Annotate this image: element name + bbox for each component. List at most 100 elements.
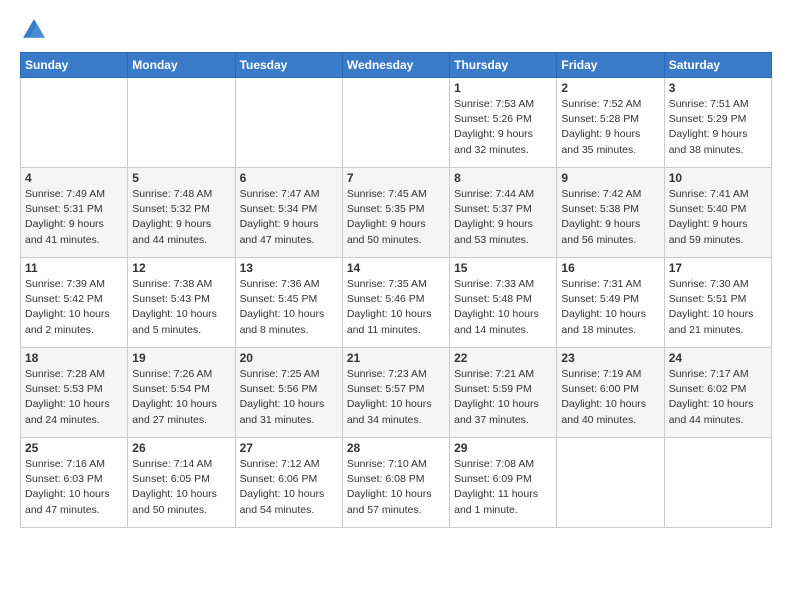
calendar-cell: 4 Sunrise: 7:49 AM Sunset: 5:31 PM Daylig…: [21, 168, 128, 258]
day-number: 14: [347, 261, 445, 275]
calendar-cell: 25 Sunrise: 7:16 AM Sunset: 6:03 PM Dayli…: [21, 438, 128, 528]
day-info: Sunrise: 7:25 AM Sunset: 5:56 PM Dayligh…: [240, 367, 338, 428]
day-info: Sunrise: 7:42 AM Sunset: 5:38 PM Dayligh…: [561, 187, 659, 248]
page-header: [20, 16, 772, 44]
day-info: Sunrise: 7:28 AM Sunset: 5:53 PM Dayligh…: [25, 367, 123, 428]
day-number: 7: [347, 171, 445, 185]
weekday-header: Sunday: [21, 53, 128, 78]
day-info: Sunrise: 7:19 AM Sunset: 6:00 PM Dayligh…: [561, 367, 659, 428]
day-number: 23: [561, 351, 659, 365]
day-number: 1: [454, 81, 552, 95]
day-number: 11: [25, 261, 123, 275]
day-number: 16: [561, 261, 659, 275]
calendar-cell: [557, 438, 664, 528]
weekday-header: Wednesday: [342, 53, 449, 78]
calendar-cell: 17 Sunrise: 7:30 AM Sunset: 5:51 PM Dayli…: [664, 258, 771, 348]
day-info: Sunrise: 7:45 AM Sunset: 5:35 PM Dayligh…: [347, 187, 445, 248]
calendar-cell: [342, 78, 449, 168]
day-number: 18: [25, 351, 123, 365]
calendar-cell: 6 Sunrise: 7:47 AM Sunset: 5:34 PM Daylig…: [235, 168, 342, 258]
day-number: 28: [347, 441, 445, 455]
calendar-cell: 2 Sunrise: 7:52 AM Sunset: 5:28 PM Daylig…: [557, 78, 664, 168]
day-number: 19: [132, 351, 230, 365]
calendar-cell: 15 Sunrise: 7:33 AM Sunset: 5:48 PM Dayli…: [450, 258, 557, 348]
calendar-cell: 11 Sunrise: 7:39 AM Sunset: 5:42 PM Dayli…: [21, 258, 128, 348]
day-info: Sunrise: 7:33 AM Sunset: 5:48 PM Dayligh…: [454, 277, 552, 338]
calendar-cell: 29 Sunrise: 7:08 AM Sunset: 6:09 PM Dayli…: [450, 438, 557, 528]
day-number: 24: [669, 351, 767, 365]
day-info: Sunrise: 7:39 AM Sunset: 5:42 PM Dayligh…: [25, 277, 123, 338]
day-info: Sunrise: 7:08 AM Sunset: 6:09 PM Dayligh…: [454, 457, 552, 518]
calendar-cell: 13 Sunrise: 7:36 AM Sunset: 5:45 PM Dayli…: [235, 258, 342, 348]
day-info: Sunrise: 7:23 AM Sunset: 5:57 PM Dayligh…: [347, 367, 445, 428]
day-number: 3: [669, 81, 767, 95]
day-info: Sunrise: 7:38 AM Sunset: 5:43 PM Dayligh…: [132, 277, 230, 338]
day-info: Sunrise: 7:10 AM Sunset: 6:08 PM Dayligh…: [347, 457, 445, 518]
weekday-header: Tuesday: [235, 53, 342, 78]
weekday-header: Friday: [557, 53, 664, 78]
day-number: 4: [25, 171, 123, 185]
calendar-cell: 27 Sunrise: 7:12 AM Sunset: 6:06 PM Dayli…: [235, 438, 342, 528]
day-number: 5: [132, 171, 230, 185]
day-number: 6: [240, 171, 338, 185]
day-number: 9: [561, 171, 659, 185]
calendar-cell: 19 Sunrise: 7:26 AM Sunset: 5:54 PM Dayli…: [128, 348, 235, 438]
day-number: 29: [454, 441, 552, 455]
calendar-cell: 20 Sunrise: 7:25 AM Sunset: 5:56 PM Dayli…: [235, 348, 342, 438]
day-info: Sunrise: 7:16 AM Sunset: 6:03 PM Dayligh…: [25, 457, 123, 518]
weekday-header: Monday: [128, 53, 235, 78]
calendar-cell: 23 Sunrise: 7:19 AM Sunset: 6:00 PM Dayli…: [557, 348, 664, 438]
calendar-cell: [21, 78, 128, 168]
calendar-body: 1 Sunrise: 7:53 AM Sunset: 5:26 PM Daylig…: [21, 78, 772, 528]
day-number: 12: [132, 261, 230, 275]
day-number: 17: [669, 261, 767, 275]
day-number: 26: [132, 441, 230, 455]
weekday-header: Thursday: [450, 53, 557, 78]
day-number: 15: [454, 261, 552, 275]
calendar-cell: 22 Sunrise: 7:21 AM Sunset: 5:59 PM Dayli…: [450, 348, 557, 438]
calendar-cell: [235, 78, 342, 168]
day-info: Sunrise: 7:51 AM Sunset: 5:29 PM Dayligh…: [669, 97, 767, 158]
day-info: Sunrise: 7:12 AM Sunset: 6:06 PM Dayligh…: [240, 457, 338, 518]
day-info: Sunrise: 7:26 AM Sunset: 5:54 PM Dayligh…: [132, 367, 230, 428]
day-info: Sunrise: 7:31 AM Sunset: 5:49 PM Dayligh…: [561, 277, 659, 338]
day-number: 25: [25, 441, 123, 455]
day-number: 27: [240, 441, 338, 455]
calendar-table: SundayMondayTuesdayWednesdayThursdayFrid…: [20, 52, 772, 528]
calendar-cell: 12 Sunrise: 7:38 AM Sunset: 5:43 PM Dayli…: [128, 258, 235, 348]
day-info: Sunrise: 7:48 AM Sunset: 5:32 PM Dayligh…: [132, 187, 230, 248]
weekday-header: Saturday: [664, 53, 771, 78]
day-info: Sunrise: 7:17 AM Sunset: 6:02 PM Dayligh…: [669, 367, 767, 428]
day-number: 20: [240, 351, 338, 365]
calendar-cell: 5 Sunrise: 7:48 AM Sunset: 5:32 PM Daylig…: [128, 168, 235, 258]
day-number: 13: [240, 261, 338, 275]
calendar-cell: [664, 438, 771, 528]
calendar-cell: 1 Sunrise: 7:53 AM Sunset: 5:26 PM Daylig…: [450, 78, 557, 168]
day-number: 10: [669, 171, 767, 185]
day-number: 8: [454, 171, 552, 185]
day-number: 22: [454, 351, 552, 365]
calendar-cell: 21 Sunrise: 7:23 AM Sunset: 5:57 PM Dayli…: [342, 348, 449, 438]
calendar-header: SundayMondayTuesdayWednesdayThursdayFrid…: [21, 53, 772, 78]
calendar-cell: 24 Sunrise: 7:17 AM Sunset: 6:02 PM Dayli…: [664, 348, 771, 438]
calendar-cell: [128, 78, 235, 168]
calendar-cell: 10Sunrise: 7:41 AM Sunset: 5:40 PM Dayli…: [664, 168, 771, 258]
day-info: Sunrise: 7:52 AM Sunset: 5:28 PM Dayligh…: [561, 97, 659, 158]
calendar-cell: 16 Sunrise: 7:31 AM Sunset: 5:49 PM Dayli…: [557, 258, 664, 348]
day-info: Sunrise: 7:49 AM Sunset: 5:31 PM Dayligh…: [25, 187, 123, 248]
day-info: Sunrise: 7:47 AM Sunset: 5:34 PM Dayligh…: [240, 187, 338, 248]
day-info: Sunrise: 7:14 AM Sunset: 6:05 PM Dayligh…: [132, 457, 230, 518]
calendar-cell: 3 Sunrise: 7:51 AM Sunset: 5:29 PM Daylig…: [664, 78, 771, 168]
logo-icon: [20, 16, 48, 44]
day-info: Sunrise: 7:30 AM Sunset: 5:51 PM Dayligh…: [669, 277, 767, 338]
day-number: 2: [561, 81, 659, 95]
day-info: Sunrise: 7:21 AM Sunset: 5:59 PM Dayligh…: [454, 367, 552, 428]
day-number: 21: [347, 351, 445, 365]
day-info: Sunrise: 7:35 AM Sunset: 5:46 PM Dayligh…: [347, 277, 445, 338]
day-info: Sunrise: 7:53 AM Sunset: 5:26 PM Dayligh…: [454, 97, 552, 158]
day-info: Sunrise: 7:44 AM Sunset: 5:37 PM Dayligh…: [454, 187, 552, 248]
calendar-cell: 14 Sunrise: 7:35 AM Sunset: 5:46 PM Dayli…: [342, 258, 449, 348]
calendar-cell: 7 Sunrise: 7:45 AM Sunset: 5:35 PM Daylig…: [342, 168, 449, 258]
day-info: Sunrise: 7:36 AM Sunset: 5:45 PM Dayligh…: [240, 277, 338, 338]
calendar-cell: 18 Sunrise: 7:28 AM Sunset: 5:53 PM Dayli…: [21, 348, 128, 438]
